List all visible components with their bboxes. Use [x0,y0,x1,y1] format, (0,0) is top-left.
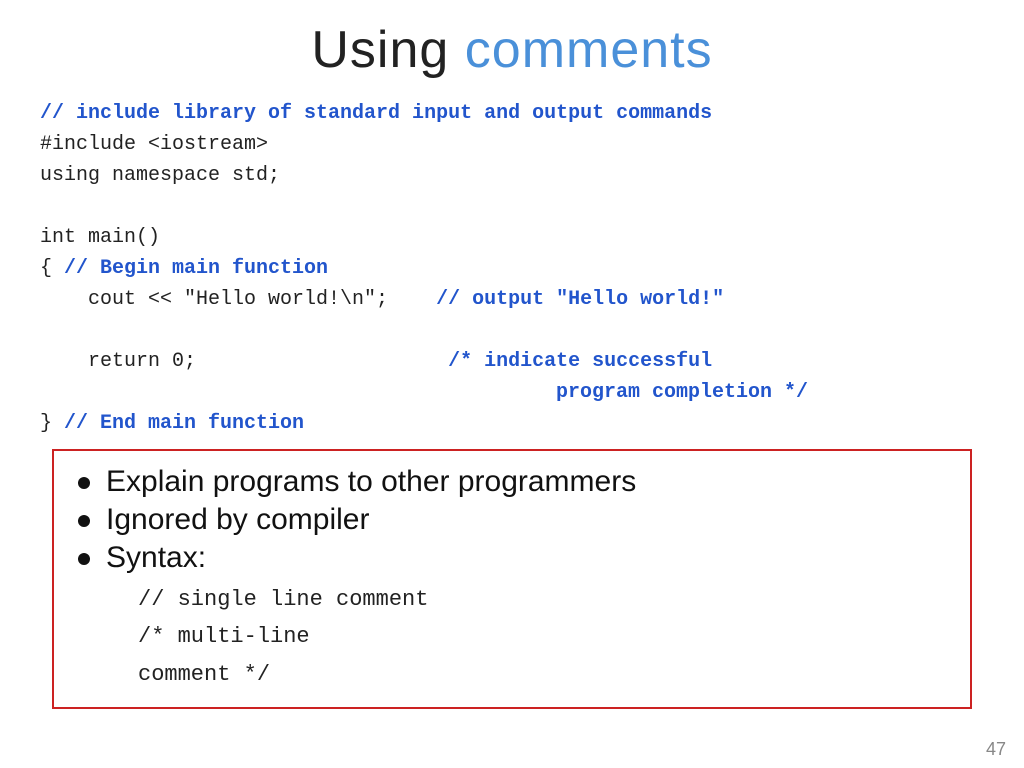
code-cout-line: cout << "Hello world!\n"; // output "Hel… [40,284,984,315]
bullet-item-3: Syntax: [78,541,946,575]
code-brace-open: { [40,257,64,280]
syntax-line-2: /* multi-line [138,618,946,655]
code-blank2 [40,315,984,346]
code-return-comment1: /* indicate successful [448,350,712,373]
bullet-text-1: Explain programs to other programmers [106,465,636,499]
bullet-dot-3 [78,553,90,565]
code-return-text: return 0; [40,350,196,373]
code-cout-comment: // output "Hello world!" [436,288,724,311]
bullet-text-3: Syntax: [106,541,206,575]
code-end-comment: // End main function [64,412,304,435]
comments-info-box: Explain programs to other programmers Ig… [52,449,972,709]
syntax-line-3: comment */ [138,656,946,693]
code-main-decl: int main() [40,222,984,253]
slide-title: Using comments [40,20,984,80]
code-return-comment2: program completion */ [40,381,808,404]
code-block: // include library of standard input and… [40,98,984,439]
code-return-line: return 0; /* indicate successful [40,346,984,377]
code-brace-open-line: { // Begin main function [40,253,984,284]
syntax-line-1: // single line comment [138,581,946,618]
title-accent: comments [465,21,713,79]
code-namespace: using namespace std; [40,160,984,191]
bullet-dot-2 [78,515,90,527]
code-brace-close: } [40,412,64,435]
bullet-item-1: Explain programs to other programmers [78,465,946,499]
bullet-list: Explain programs to other programmers Ig… [78,465,946,575]
bullet-item-2: Ignored by compiler [78,503,946,537]
code-return-comment2-line: program completion */ [40,377,984,408]
code-include: #include <iostream> [40,129,984,160]
code-comment-include: // include library of standard input and… [40,98,984,129]
title-prefix: Using [311,21,464,79]
page-number: 47 [986,739,1006,760]
syntax-code-block: // single line comment /* multi-line com… [78,581,946,693]
code-cout-text: cout << "Hello world!\n"; [40,288,388,311]
slide-container: Using comments // include library of sta… [0,0,1024,729]
bullet-text-2: Ignored by compiler [106,503,369,537]
code-begin-comment: // Begin main function [64,257,328,280]
code-brace-close-line: } // End main function [40,408,984,439]
code-blank1 [40,191,984,222]
bullet-dot-1 [78,477,90,489]
